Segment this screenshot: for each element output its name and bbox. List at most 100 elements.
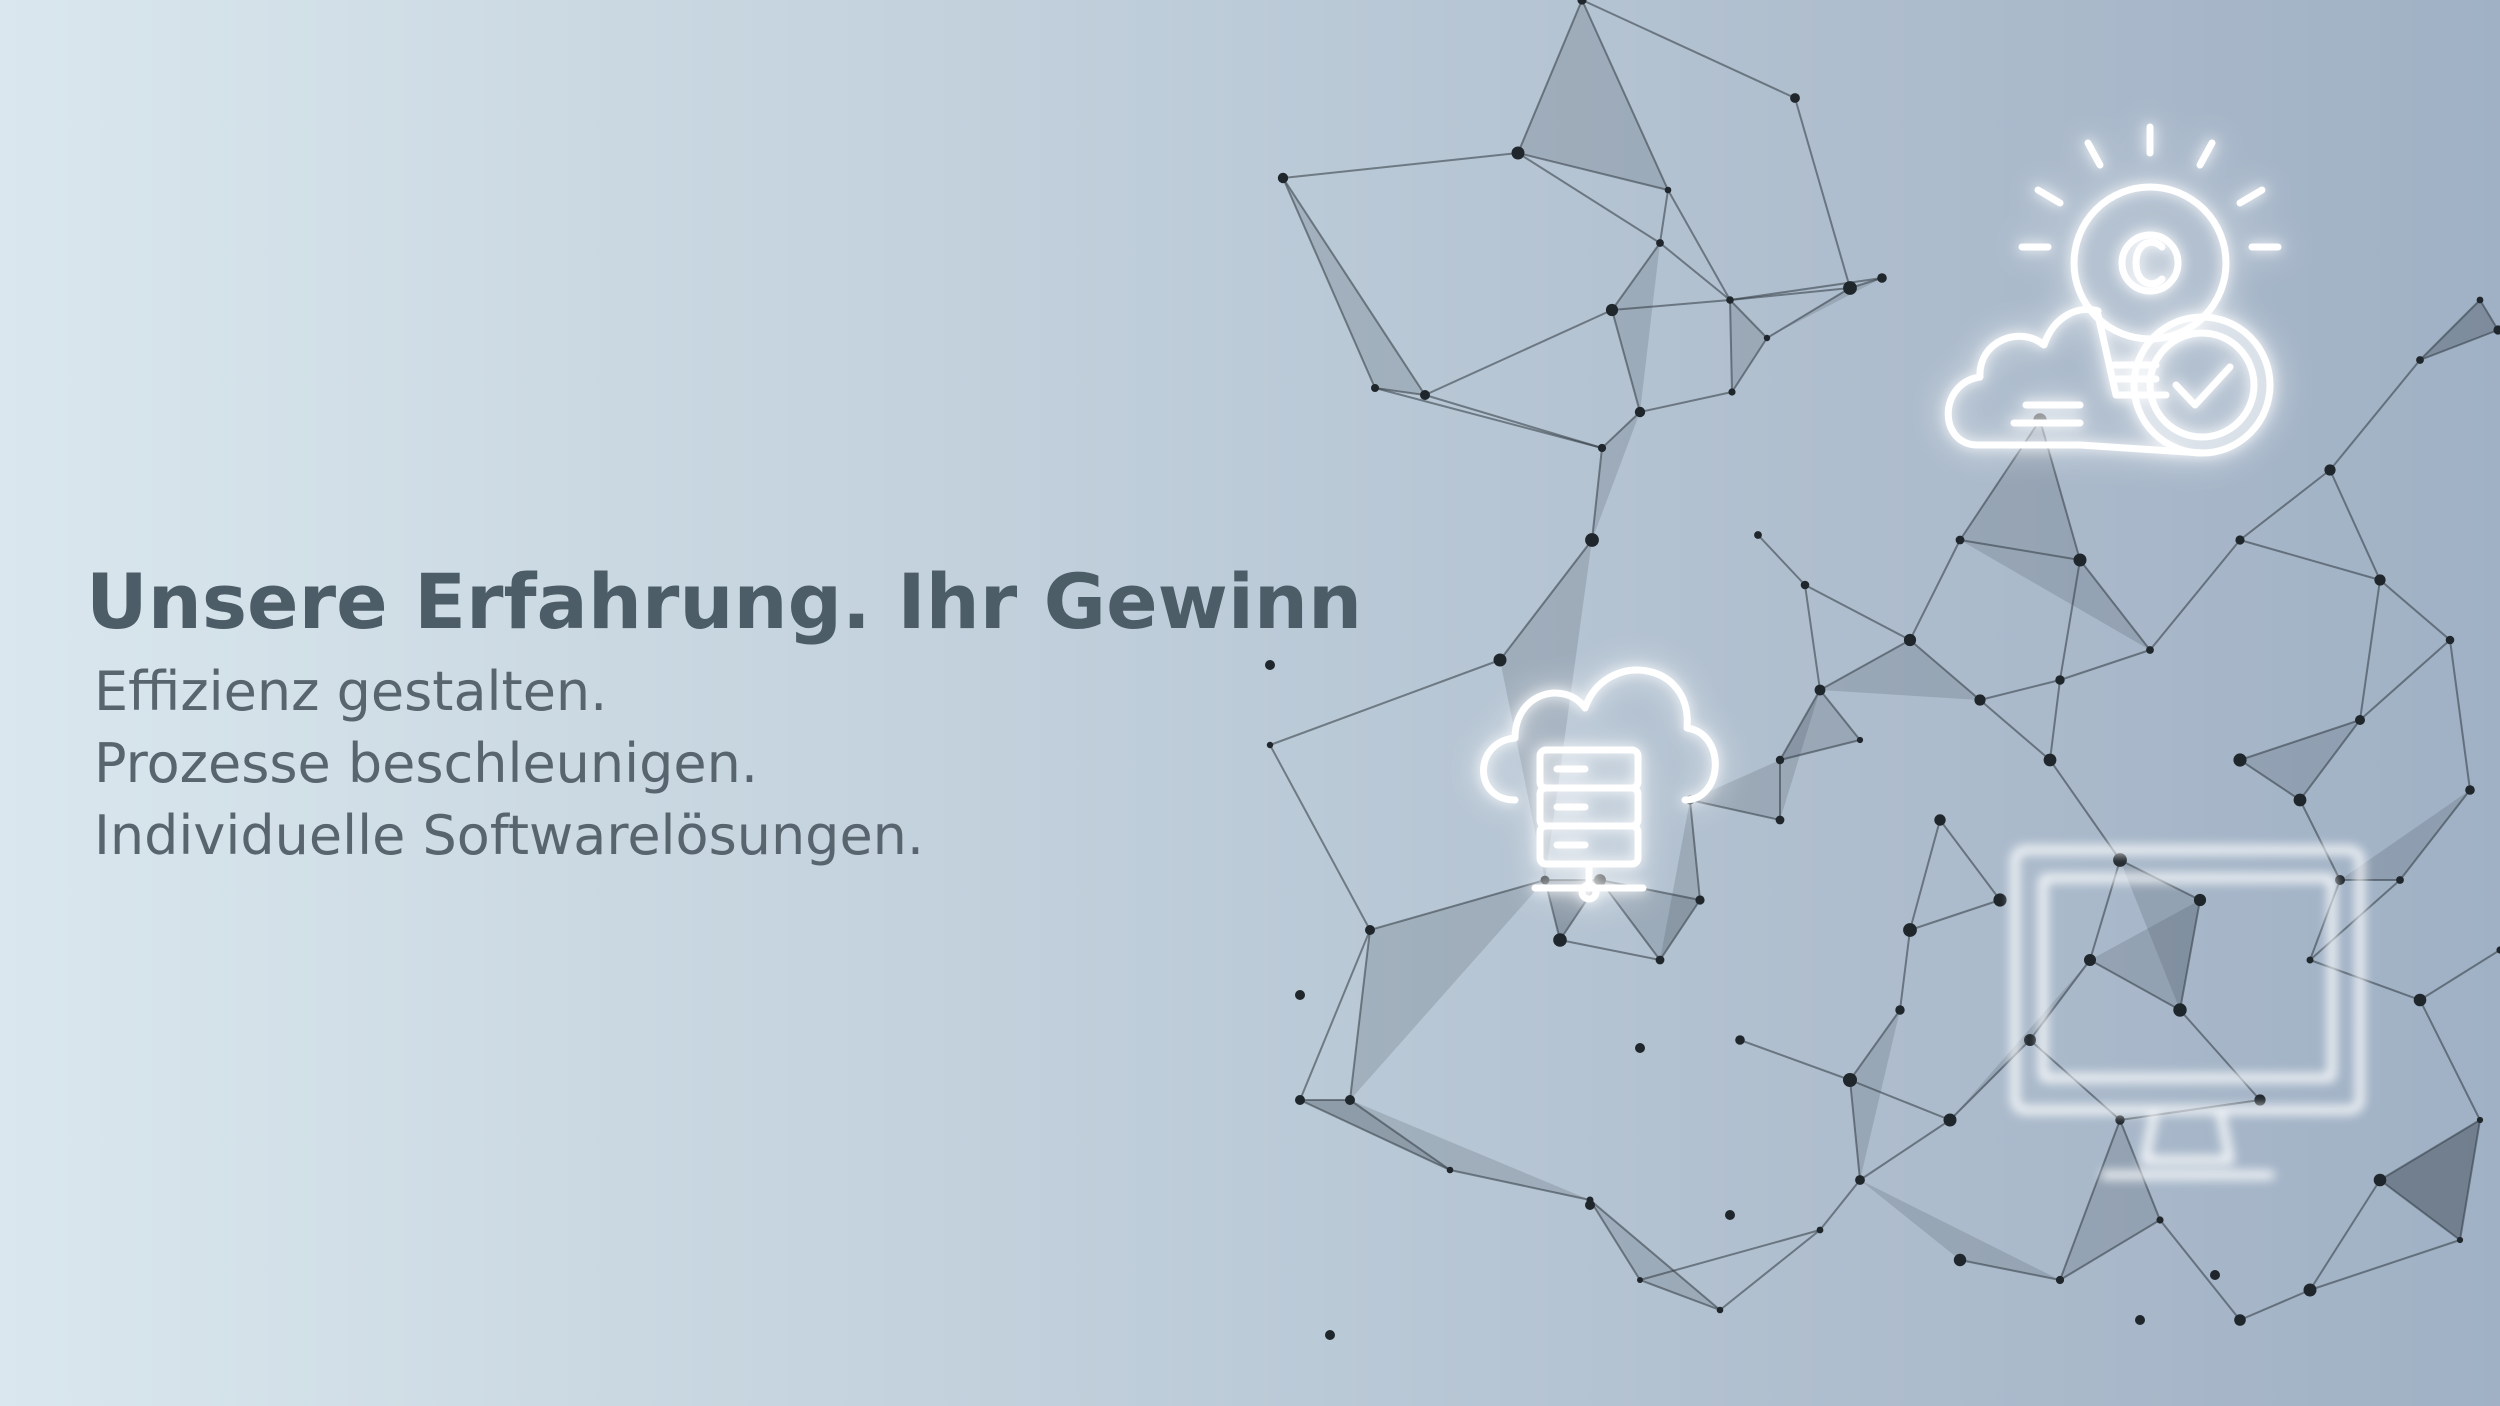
network-node bbox=[1953, 1253, 1967, 1267]
network-edge bbox=[1667, 189, 1731, 301]
network-node bbox=[1943, 1113, 1957, 1127]
network-edge bbox=[1374, 387, 1603, 449]
network-edge bbox=[1719, 1229, 1821, 1311]
monitor-icon bbox=[1995, 830, 2380, 1200]
network-face bbox=[1780, 690, 1860, 760]
network-node bbox=[1816, 1226, 1824, 1234]
network-edge bbox=[2329, 469, 2381, 581]
network-edge bbox=[2159, 1219, 2241, 1321]
hero-banner: Unsere Erfahrung. Ihr Gewinn Effizienz g… bbox=[0, 0, 2500, 1406]
network-edge bbox=[1804, 584, 1821, 691]
network-edge bbox=[1909, 819, 1941, 931]
network-node bbox=[2445, 635, 2455, 645]
network-node bbox=[1725, 1210, 1735, 1220]
network-node bbox=[1775, 755, 1785, 765]
network-node bbox=[1800, 580, 1810, 590]
network-node bbox=[2374, 574, 2386, 586]
network-edge bbox=[1819, 1179, 1861, 1231]
network-edge bbox=[1979, 679, 2061, 701]
network-node bbox=[2456, 1236, 2464, 1244]
network-node bbox=[1716, 1306, 1724, 1314]
network-node bbox=[2465, 785, 2475, 795]
network-node bbox=[1728, 388, 1736, 396]
cloud-server-icon bbox=[1455, 630, 1735, 910]
tagline-processes: Prozesse beschleunigen. bbox=[94, 732, 759, 795]
network-edge bbox=[2309, 1239, 2461, 1291]
network-edge bbox=[2419, 999, 2481, 1121]
network-node bbox=[2055, 675, 2065, 685]
network-face bbox=[1612, 243, 1660, 412]
network-edge bbox=[1424, 394, 1603, 449]
tagline-efficiency: Effizienz gestalten. bbox=[94, 660, 608, 723]
network-edge bbox=[1559, 939, 1661, 961]
network-edge bbox=[2419, 949, 2500, 1001]
network-edge bbox=[2359, 579, 2381, 721]
network-node bbox=[1577, 0, 1587, 5]
network-node bbox=[2396, 876, 2404, 884]
network-node bbox=[2293, 793, 2307, 807]
network-edge bbox=[2049, 679, 2061, 761]
network-node bbox=[2413, 993, 2427, 1007]
network-node bbox=[1634, 406, 1646, 418]
network-node bbox=[1775, 815, 1785, 825]
network-node bbox=[1585, 533, 1599, 547]
network-node bbox=[1877, 273, 1887, 283]
network-edge bbox=[1757, 534, 1806, 586]
network-node bbox=[1735, 1035, 1745, 1045]
network-edge bbox=[1899, 929, 1911, 1011]
network-edge bbox=[1659, 242, 1731, 301]
network-face bbox=[1960, 540, 2150, 650]
network-node bbox=[1295, 1095, 1305, 1105]
network-node bbox=[1655, 955, 1665, 965]
network-face bbox=[1592, 412, 1640, 540]
network-node bbox=[1754, 531, 1762, 539]
network-node bbox=[2156, 1216, 2164, 1224]
network-node bbox=[1664, 186, 1672, 194]
network-node bbox=[1903, 923, 1917, 937]
network-edge bbox=[1794, 97, 1851, 289]
network-edge bbox=[1639, 391, 1733, 413]
network-edge bbox=[2239, 539, 2381, 581]
network-face bbox=[1590, 1200, 1720, 1310]
network-node bbox=[1553, 933, 1567, 947]
network-node bbox=[1597, 443, 1607, 453]
tagline-software: Individuelle Softwarelösungen. bbox=[94, 804, 925, 867]
network-node bbox=[1955, 535, 1965, 545]
network-node bbox=[1974, 694, 1986, 706]
network-edge bbox=[1909, 539, 1961, 641]
network-node bbox=[2233, 753, 2247, 767]
network-edge bbox=[1424, 309, 1613, 396]
network-node bbox=[2073, 553, 2087, 567]
network-node bbox=[1656, 239, 1664, 247]
network-node bbox=[1365, 925, 1375, 935]
network-node bbox=[1277, 172, 1289, 184]
network-face bbox=[1820, 640, 1980, 700]
network-node bbox=[2210, 1270, 2220, 1280]
network-node bbox=[1420, 390, 1430, 400]
network-edge bbox=[1909, 899, 2001, 931]
network-node bbox=[1790, 93, 1800, 103]
network-edge bbox=[1979, 699, 2051, 761]
network-face bbox=[1350, 880, 1545, 1100]
network-node bbox=[2235, 535, 2245, 545]
network-face bbox=[1850, 1010, 1900, 1180]
network-node bbox=[2476, 1116, 2484, 1124]
network-node bbox=[2303, 1283, 2317, 1297]
network-node bbox=[2146, 646, 2154, 654]
network-edge bbox=[1659, 189, 1669, 244]
network-face bbox=[2380, 1120, 2480, 1240]
network-edge bbox=[2449, 639, 2471, 791]
network-node bbox=[1511, 146, 1525, 160]
network-node bbox=[1446, 1166, 1454, 1174]
hero-text: Unsere Erfahrung. Ihr Gewinn Effizienz g… bbox=[86, 548, 1386, 872]
network-node bbox=[2055, 1275, 2065, 1285]
network-edge bbox=[2359, 639, 2451, 721]
lightbulb-cloud-check-icon bbox=[1930, 115, 2310, 485]
network-node bbox=[1726, 296, 1734, 304]
network-face bbox=[1730, 300, 1767, 392]
network-node bbox=[1843, 1073, 1857, 1087]
network-node bbox=[1934, 814, 1946, 826]
network-node bbox=[1345, 1095, 1355, 1105]
network-node bbox=[2324, 464, 2336, 476]
network-edge bbox=[1739, 1039, 1851, 1081]
